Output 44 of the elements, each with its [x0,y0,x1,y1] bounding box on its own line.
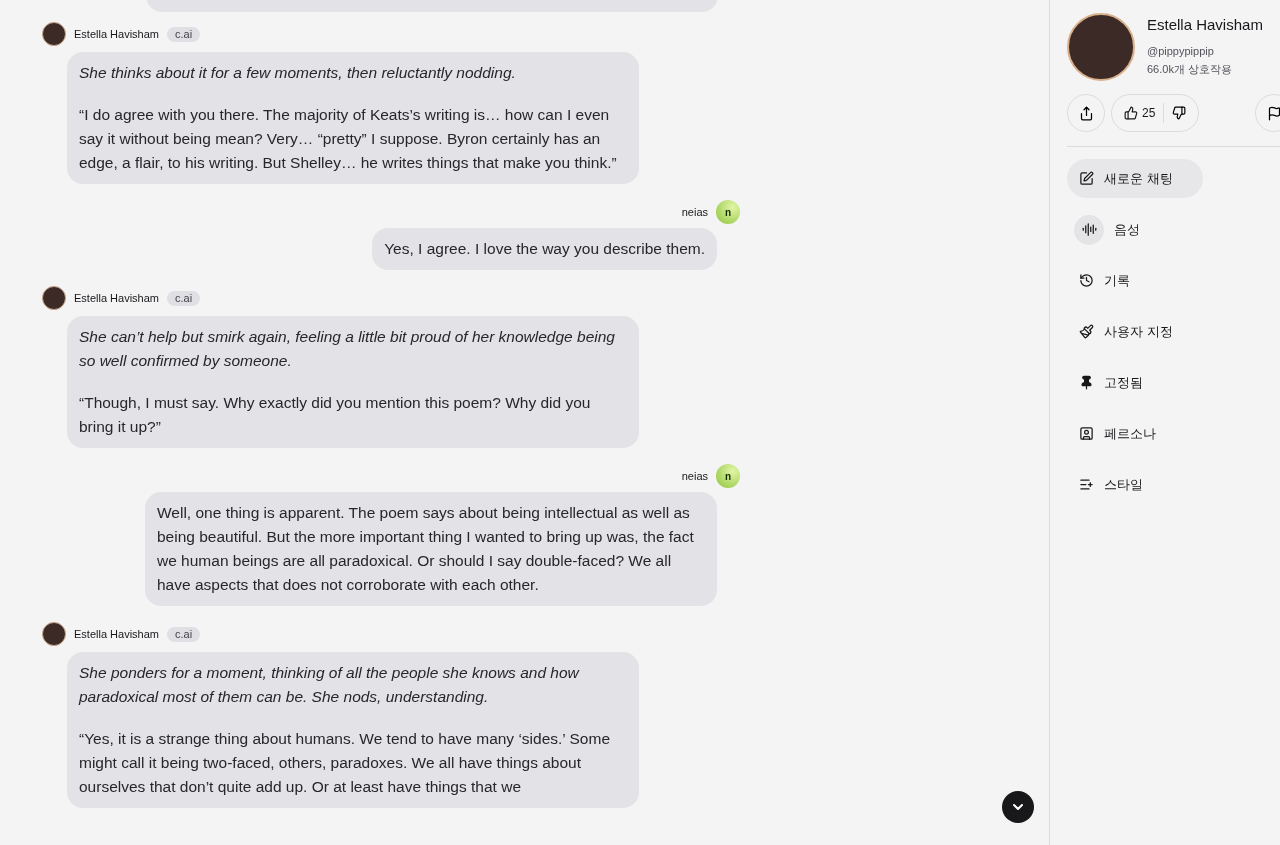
character-name: Estella Havisham [1147,15,1263,35]
ai-tag: c.ai [167,26,201,42]
flag-icon [1266,105,1280,121]
menu-icon [1078,171,1094,186]
author-name: neias [681,204,708,220]
message-text: “I do agree with you there. The majority of Keats’s writing is… how can I even say it without being mean? Very… “pretty” I suppose. Byron certainly has an edge, a flair, to his writing. But Shelley… he writes things that make you think.” [79,105,618,173]
menu-icon [1078,426,1094,441]
action-text: She ponders for a moment, thinking of all the people she knows and how paradoxical most of them can be. She nods, understanding. [79,663,581,707]
avatar: n [716,200,740,224]
menu-icon [1078,375,1094,390]
menu-item[interactable]: 기록 [1067,261,1247,300]
menu-icon [1078,273,1094,288]
menu-item[interactable]: 음성 [1067,210,1247,249]
menu-icon [1078,324,1094,339]
creator-handle: @pippypippip [1147,43,1215,59]
menu-item[interactable]: 사용자 지정 [1067,312,1247,351]
share-icon [1078,105,1094,121]
avatar [42,22,66,46]
avatar [42,286,66,310]
menu-item[interactable]: 페르소나 [1067,414,1247,453]
message-text: Well, one thing is apparent. The poem says about being intellectual as well as being beautiful. But the more important thing I wanted to bring up was, the fact we human beings are all paradoxical. Or should I say double-faced? We all have aspects that does not corroborate with each other. [157,503,695,595]
menu-icon [1074,214,1104,245]
ai-tag: c.ai [167,290,201,306]
thumbs-down-icon [1172,106,1187,120]
action-text: She thinks about it for a few moments, then reluctantly nodding. [79,63,517,83]
menu-icon [1078,477,1094,492]
message-text: “Yes, it is a strange thing about humans. We tend to have many ‘sides.’ Some might call it being two-faced, others, paradoxes. We all have things about ourselves that don’t quite add up. Or at least have things that we [79,729,612,797]
scroll-down-button[interactable] [1002,791,1034,823]
author-name: Estella Havisham [74,626,159,642]
interaction-count: 66.0k개 상호작용 [1147,62,1233,77]
menu-item[interactable]: 스타일 [1067,465,1247,504]
avatar [42,622,66,646]
avatar: n [716,464,740,488]
like-button[interactable]: 25 [1124,104,1156,122]
dislike-button[interactable] [1172,106,1187,120]
author-name: Estella Havisham [74,290,159,306]
ai-tag: c.ai [167,626,201,642]
thumbs-up-icon [1124,106,1138,120]
message-text: “Though, I must say. Why exactly did you mention this poem? Why did you bring it up?” [79,393,592,437]
author-name: Estella Havisham [74,26,159,42]
menu-item[interactable]: 고정됨 [1067,363,1247,402]
action-text: She can’t help but smirk again, feeling a little bit proud of her knowledge being so well confirmed by someone. [79,327,616,371]
message-text: Yes, I agree. I love the way you describe them. [384,239,705,259]
author-name: neias [681,468,708,484]
